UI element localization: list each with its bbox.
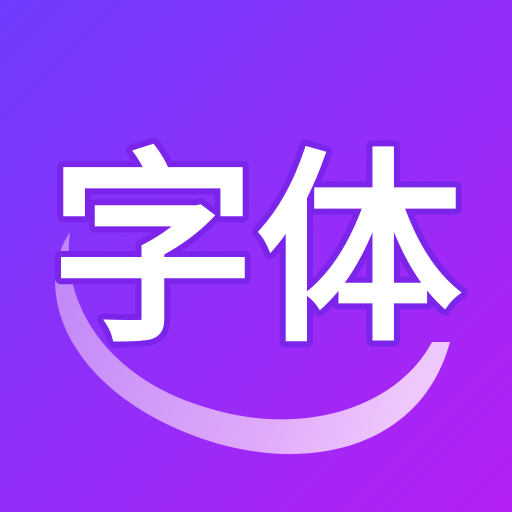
app-icon-artwork: 字体 (0, 0, 512, 512)
font-app-icon: 字体 (0, 0, 512, 512)
app-glyph-text: 字体 (50, 131, 462, 371)
